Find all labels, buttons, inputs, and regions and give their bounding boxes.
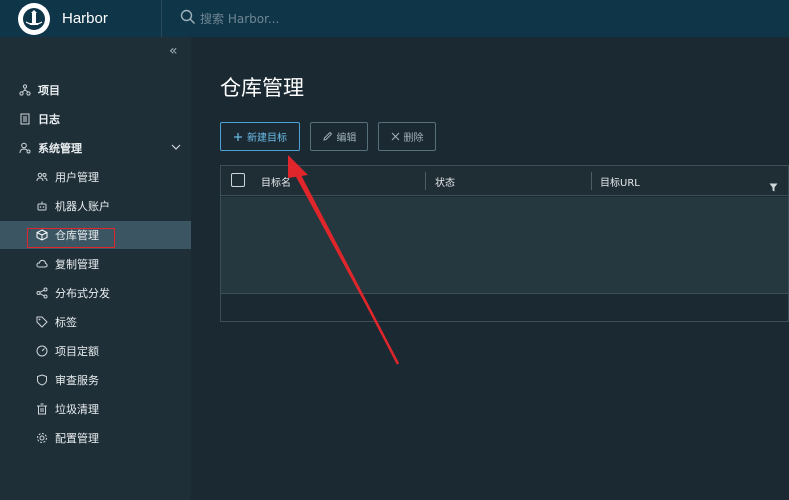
column-header-status[interactable]: 状态 xyxy=(435,166,455,196)
filter-icon[interactable] xyxy=(769,177,778,196)
close-icon xyxy=(391,132,400,141)
delete-label: 删除 xyxy=(403,133,424,144)
sidebar-item-label: 复制管理 xyxy=(55,258,99,271)
admin-icon xyxy=(18,141,32,155)
endpoints-datagrid: 目标名 状态 目标URL xyxy=(220,165,789,322)
gear-icon xyxy=(35,431,49,445)
delete-button[interactable]: 删除 xyxy=(378,122,436,151)
harbor-logo-icon xyxy=(18,2,50,35)
sidebar-item-projects[interactable]: 项目 xyxy=(0,76,191,104)
edit-label: 编辑 xyxy=(336,133,357,144)
robot-icon xyxy=(35,199,49,213)
tag-icon xyxy=(35,315,49,329)
datagrid-footer xyxy=(221,293,788,321)
sidebar: « 项目 日志 系统管理 用户管理 机器人账户 仓库管理 复制管理 分布式分发 … xyxy=(0,37,191,500)
sidebar-item-configuration[interactable]: 配置管理 xyxy=(0,424,191,452)
sidebar-item-interrogation[interactable]: 审查服务 xyxy=(0,366,191,394)
sidebar-item-label: 用户管理 xyxy=(55,171,99,184)
users-icon xyxy=(35,170,49,184)
sidebar-item-label: 系统管理 xyxy=(38,142,82,155)
sidebar-item-label: 日志 xyxy=(38,113,60,126)
column-label: 目标名 xyxy=(261,177,291,189)
cloud-icon xyxy=(35,257,49,271)
sidebar-item-label: 分布式分发 xyxy=(55,287,110,300)
sidebar-item-logs[interactable]: 日志 xyxy=(0,105,191,133)
page-title: 仓库管理 xyxy=(220,76,304,100)
collapse-sidebar-icon[interactable]: « xyxy=(169,43,178,59)
global-search[interactable] xyxy=(180,9,400,29)
new-endpoint-button[interactable]: 新建目标 xyxy=(220,122,300,151)
sidebar-item-robot-accounts[interactable]: 机器人账户 xyxy=(0,192,191,220)
select-all-checkbox[interactable] xyxy=(231,173,245,187)
plus-icon xyxy=(233,132,243,142)
sidebar-item-label: 项目 xyxy=(38,84,60,97)
pencil-icon xyxy=(322,131,333,142)
sidebar-item-gc[interactable]: 垃圾清理 xyxy=(0,395,191,423)
project-icon xyxy=(18,83,32,97)
annotation-highlight-box xyxy=(27,228,115,248)
column-label: 目标URL xyxy=(600,177,640,189)
sidebar-item-label: 机器人账户 xyxy=(55,200,110,213)
top-header: Harbor xyxy=(0,0,789,37)
sidebar-item-label: 标签 xyxy=(55,316,77,329)
share-icon xyxy=(35,286,49,300)
new-endpoint-label: 新建目标 xyxy=(247,133,287,144)
datagrid-body xyxy=(221,197,788,293)
search-icon xyxy=(180,9,196,29)
chevron-down-icon[interactable] xyxy=(171,142,181,155)
sidebar-item-distribution[interactable]: 分布式分发 xyxy=(0,279,191,307)
brand[interactable]: Harbor xyxy=(0,0,162,37)
trash-icon xyxy=(35,402,49,416)
column-label: 状态 xyxy=(435,177,455,189)
log-icon xyxy=(18,112,32,126)
sidebar-item-users[interactable]: 用户管理 xyxy=(0,163,191,191)
brand-name: Harbor xyxy=(62,10,108,27)
column-separator[interactable] xyxy=(425,172,426,190)
column-separator[interactable] xyxy=(591,172,592,190)
search-input[interactable] xyxy=(200,11,400,26)
sidebar-item-label: 垃圾清理 xyxy=(55,403,99,416)
column-header-name[interactable]: 目标名 xyxy=(261,166,291,196)
sidebar-item-replications[interactable]: 复制管理 xyxy=(0,250,191,278)
datagrid-header: 目标名 状态 目标URL xyxy=(221,166,788,196)
edit-button[interactable]: 编辑 xyxy=(310,122,368,151)
sidebar-item-system-admin[interactable]: 系统管理 xyxy=(0,134,191,162)
column-header-url[interactable]: 目标URL xyxy=(600,166,640,196)
shield-icon xyxy=(35,373,49,387)
sidebar-item-labels[interactable]: 标签 xyxy=(0,308,191,336)
sidebar-item-label: 配置管理 xyxy=(55,432,99,445)
sidebar-item-label: 项目定额 xyxy=(55,345,99,358)
sidebar-item-quotas[interactable]: 项目定额 xyxy=(0,337,191,365)
gauge-icon xyxy=(35,344,49,358)
sidebar-item-label: 审查服务 xyxy=(55,374,99,387)
